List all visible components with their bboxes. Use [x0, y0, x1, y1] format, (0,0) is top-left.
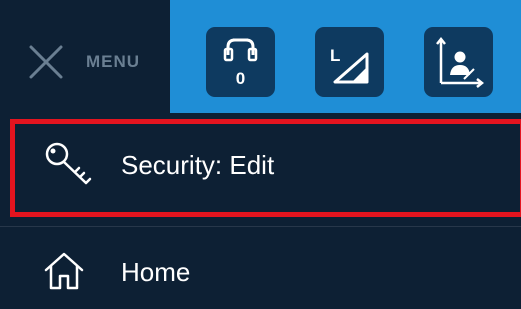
menu-item-label: Security: Edit: [121, 150, 275, 180]
incline-letter: L: [330, 46, 340, 65]
menu-label[interactable]: MENU: [86, 52, 140, 72]
coordinate-frame-icon: [436, 36, 485, 88]
incline-icon: L: [330, 46, 369, 84]
coordinate-frame-button[interactable]: [424, 27, 493, 97]
app-window: MENU 0 L Security: Edit Home: [0, 0, 521, 309]
menu-item-home[interactable]: [0, 226, 521, 309]
home-icon: [44, 252, 84, 290]
close-icon[interactable]: [28, 44, 64, 80]
key-icon: [45, 142, 92, 185]
menu-item-label: Home: [121, 257, 191, 287]
gripper-button[interactable]: 0: [206, 27, 275, 97]
incline-button[interactable]: L: [315, 27, 384, 97]
gripper-count-badge: 0: [235, 69, 246, 88]
top-bar: MENU 0 L: [0, 0, 521, 113]
menu-toggle-area[interactable]: MENU: [0, 0, 170, 113]
